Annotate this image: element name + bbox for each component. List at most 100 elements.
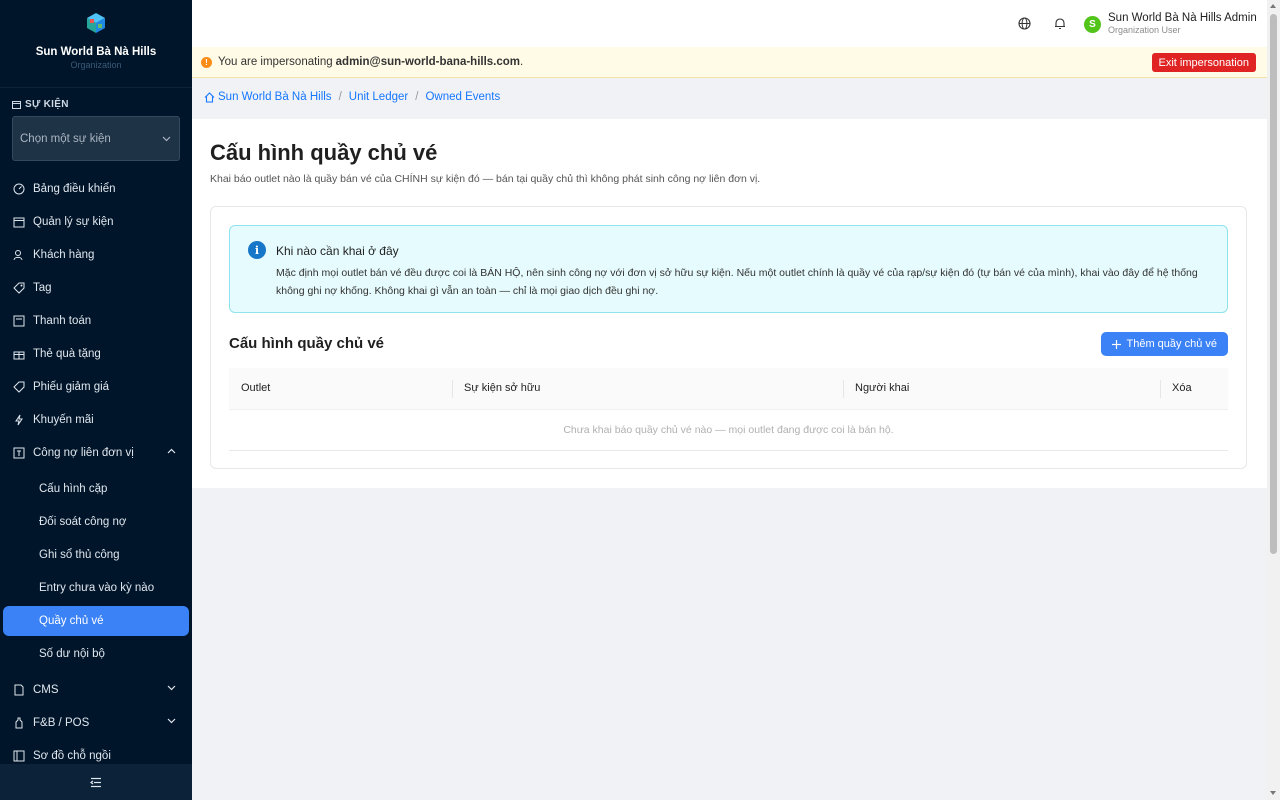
user-name[interactable]: Sun World Bà Nà Hills Admin xyxy=(1108,12,1257,24)
info-icon: i xyxy=(248,241,266,259)
user-role: Organization User xyxy=(1108,25,1181,35)
flash-icon xyxy=(12,414,25,427)
event-section-label-text: SỰ KIỆN xyxy=(25,99,69,110)
sidebar-item-label: Thanh toán xyxy=(33,315,92,327)
impersonation-suffix: . xyxy=(520,56,524,68)
breadcrumb-separator: / xyxy=(415,91,419,103)
bell-icon[interactable] xyxy=(1053,16,1067,30)
breadcrumb: Sun World Bà Nà Hills / Unit Ledger / Ow… xyxy=(204,91,500,103)
chevron-down-icon xyxy=(162,136,171,141)
column-header-delete: Xóa xyxy=(1172,382,1192,394)
impersonation-banner: ! You are impersonating admin@sun-world-… xyxy=(192,47,1267,78)
exit-impersonation-button[interactable]: Exit impersonation xyxy=(1151,53,1256,72)
plus-icon xyxy=(1111,339,1121,349)
file-icon xyxy=(12,684,25,697)
event-select-placeholder: Chọn một sự kiện xyxy=(20,132,111,145)
pos-icon xyxy=(12,717,25,730)
sidebar-item-label: Phiếu giảm giá xyxy=(33,381,110,393)
add-owned-counter-button[interactable]: Thêm quầy chủ vé xyxy=(1100,332,1228,356)
main-content: Cấu hình quầy chủ vé Khai báo outlet nào… xyxy=(192,119,1267,488)
info-alert-title: Khi nào cần khai ở đây xyxy=(276,244,399,258)
users-icon xyxy=(12,249,25,262)
sidebar-subitem-manual-entry[interactable]: Ghi sổ thủ công xyxy=(0,540,192,570)
sidebar-item-cms[interactable]: CMS xyxy=(0,675,192,705)
sidebar: Sun World Bà Nà Hills Organization SỰ KI… xyxy=(0,0,192,800)
brand-logo-icon xyxy=(87,13,105,33)
brand-block: Sun World Bà Nà Hills Organization xyxy=(0,0,192,88)
brand-name: Sun World Bà Nà Hills xyxy=(35,46,157,58)
sidebar-item-label: Quản lý sự kiện xyxy=(33,216,114,228)
sidebar-item-promotions[interactable]: Khuyến mãi xyxy=(0,405,192,435)
sidebar-item-tag[interactable]: Tag xyxy=(0,273,192,303)
impersonated-email: admin@sun-world-bana-hills.com xyxy=(335,56,521,68)
calendar-icon xyxy=(12,216,25,229)
sidebar-item-label: Sơ đồ chỗ ngồi xyxy=(33,750,111,762)
payment-icon xyxy=(12,315,25,328)
home-icon[interactable] xyxy=(204,91,215,103)
config-card: i Khi nào cần khai ở đây Mặc định mọi ou… xyxy=(210,206,1247,469)
scroll-up-arrow-icon[interactable] xyxy=(1270,4,1276,8)
sidebar-item-label: Bảng điều khiển xyxy=(33,183,116,195)
sidebar-item-gift-cards[interactable]: Thẻ quà tặng xyxy=(0,339,192,369)
chevron-up-icon xyxy=(167,448,176,454)
sidebar-collapse-button[interactable] xyxy=(0,764,192,800)
column-header-outlet[interactable]: Outlet xyxy=(241,382,270,394)
warning-icon: ! xyxy=(201,56,212,68)
column-divider xyxy=(843,380,844,398)
sidebar-item-unit-ledger[interactable]: Công nợ liên đơn vị xyxy=(0,438,192,468)
menu-fold-icon xyxy=(90,777,101,787)
sidebar-item-label: Thẻ quà tặng xyxy=(33,348,101,360)
sidebar-item-customers[interactable]: Khách hàng xyxy=(0,240,192,270)
sidebar-item-label: Khách hàng xyxy=(33,249,95,261)
breadcrumb-separator: / xyxy=(338,91,342,103)
sidebar-item-label: Khuyến mãi xyxy=(33,414,94,426)
column-divider xyxy=(1160,380,1161,398)
sidebar-subitem-unperiod-entries[interactable]: Entry chưa vào kỳ nào xyxy=(0,573,192,603)
calendar-small-icon xyxy=(12,101,21,109)
sidebar-subitem-owned-events[interactable]: Quầy chủ vé xyxy=(3,606,189,636)
impersonation-prefix: You are impersonating xyxy=(218,56,333,68)
gift-icon xyxy=(12,348,25,361)
column-divider xyxy=(452,380,453,398)
table-header: Outlet Sự kiện sở hữu Người khai Xóa xyxy=(229,368,1228,410)
breadcrumb-unit-ledger[interactable]: Unit Ledger xyxy=(349,91,408,103)
sidebar-item-label: CMS xyxy=(33,684,59,696)
tag-icon xyxy=(12,282,25,295)
chevron-down-icon xyxy=(167,718,176,724)
table-empty-state: Chưa khai báo quầy chủ vé nào — mọi outl… xyxy=(229,410,1228,451)
column-header-owner-event[interactable]: Sự kiện sở hữu xyxy=(464,382,540,394)
info-alert: i Khi nào cần khai ở đây Mặc định mọi ou… xyxy=(229,225,1228,313)
breadcrumb-owned-events[interactable]: Owned Events xyxy=(425,91,500,103)
column-header-declared-by[interactable]: Người khai xyxy=(855,382,909,394)
sidebar-item-events[interactable]: Quản lý sự kiện xyxy=(0,207,192,237)
section-title: Cấu hình quầy chủ vé xyxy=(229,335,385,352)
add-button-label: Thêm quầy chủ vé xyxy=(1126,338,1218,350)
owned-counters-table: Outlet Sự kiện sở hữu Người khai Xóa Chư… xyxy=(229,368,1228,451)
sidebar-item-label: F&B / POS xyxy=(33,717,90,729)
sidebar-item-label: Tag xyxy=(33,282,52,294)
brand-subtitle: Organization xyxy=(70,60,122,70)
scroll-down-arrow-icon[interactable] xyxy=(1270,791,1276,795)
sidebar-subitem-internal-balance[interactable]: Số dư nội bộ xyxy=(0,639,192,669)
top-header: S Sun World Bà Nà Hills Admin Organizati… xyxy=(192,0,1267,47)
seatmap-icon xyxy=(12,750,25,763)
info-alert-body: Mặc định mọi outlet bán vé đều được coi … xyxy=(276,267,1198,297)
ledger-icon xyxy=(12,447,25,460)
sidebar-subitem-reconciliation[interactable]: Đối soát công nợ xyxy=(0,507,192,537)
page-scrollbar[interactable] xyxy=(1267,0,1280,800)
event-section-label: SỰ KIỆN xyxy=(12,99,69,110)
sidebar-item-coupons[interactable]: Phiếu giảm giá xyxy=(0,372,192,402)
sidebar-item-dashboard[interactable]: Bảng điều khiển xyxy=(0,174,192,204)
dashboard-icon xyxy=(12,183,25,196)
avatar[interactable]: S xyxy=(1084,16,1101,33)
scrollbar-thumb[interactable] xyxy=(1270,14,1277,554)
breadcrumb-org[interactable]: Sun World Bà Nà Hills xyxy=(218,91,332,103)
page-description: Khai báo outlet nào là quầy bán vé của C… xyxy=(210,173,761,185)
language-icon[interactable] xyxy=(1017,16,1031,30)
sidebar-subitem-pair-config[interactable]: Cấu hình cặp xyxy=(0,474,192,504)
coupon-icon xyxy=(12,381,25,394)
chevron-down-icon xyxy=(167,685,176,691)
event-select[interactable]: Chọn một sự kiện xyxy=(12,116,180,161)
sidebar-item-fnb-pos[interactable]: F&B / POS xyxy=(0,708,192,738)
sidebar-item-payment[interactable]: Thanh toán xyxy=(0,306,192,336)
